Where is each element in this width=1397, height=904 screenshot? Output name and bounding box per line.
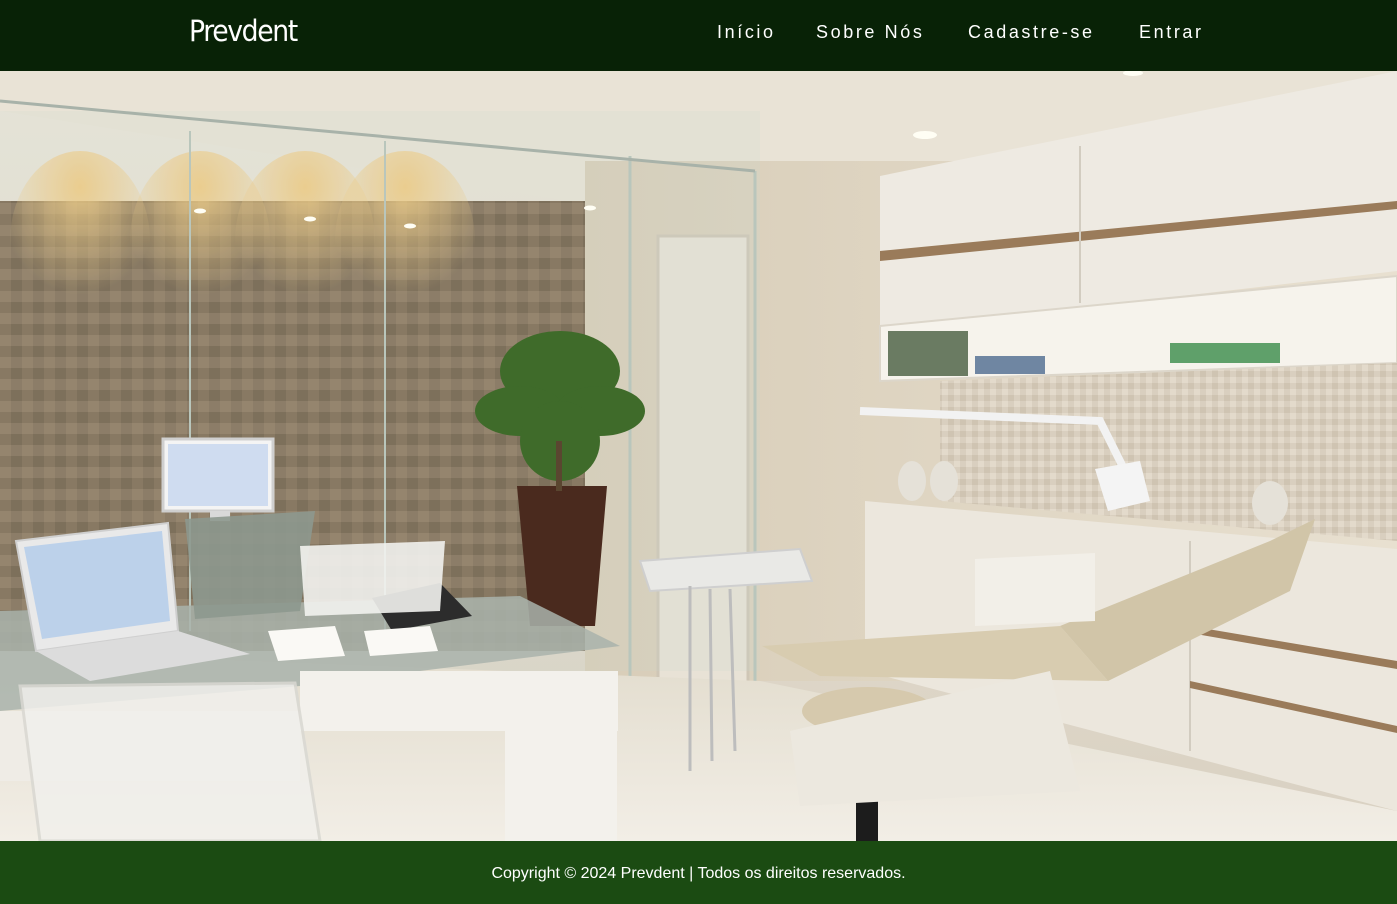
dental-office-illustration: [0, 71, 1397, 841]
nav-link-sobre-nos[interactable]: Sobre Nós: [816, 22, 924, 43]
footer: Copyright © 2024 Prevdent | Todos os dir…: [0, 841, 1397, 904]
brand-logo-link[interactable]: Prevdent: [189, 14, 298, 48]
hero-image: [0, 71, 1397, 841]
page: Prevdent Início Sobre Nós Cadastre-se En…: [0, 0, 1397, 904]
top-navbar: Prevdent Início Sobre Nós Cadastre-se En…: [0, 0, 1397, 71]
nav-link-cadastre-se[interactable]: Cadastre-se: [968, 22, 1095, 43]
nav-link-inicio[interactable]: Início: [717, 22, 776, 43]
nav-link-entrar[interactable]: Entrar: [1139, 22, 1204, 43]
copyright-text: Copyright © 2024 Prevdent | Todos os dir…: [491, 865, 906, 882]
